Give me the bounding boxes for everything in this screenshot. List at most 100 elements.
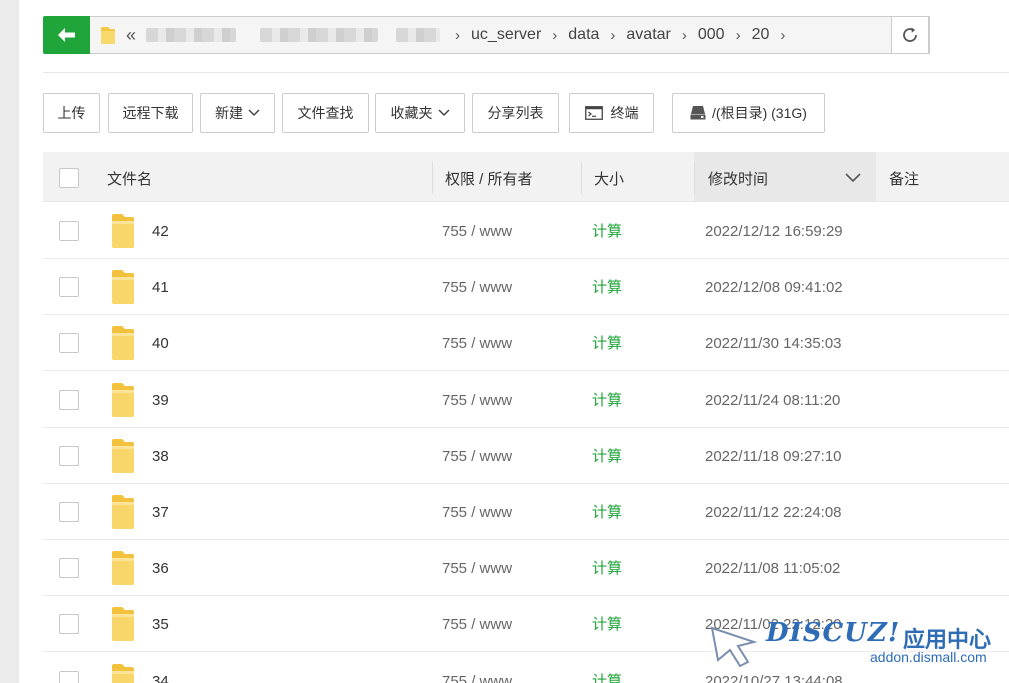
file-perm[interactable]: 755 / www: [442, 372, 512, 430]
row-checkbox[interactable]: [59, 446, 79, 466]
chevron-right-icon: ›: [780, 26, 786, 44]
remote-download-button[interactable]: 远程下载: [108, 93, 193, 133]
file-size-calc-link[interactable]: 计算: [592, 428, 622, 486]
file-size-calc-link[interactable]: 计算: [592, 540, 622, 598]
file-perm[interactable]: 755 / www: [442, 484, 512, 542]
arrow-left-icon: [57, 28, 75, 42]
file-perm[interactable]: 755 / www: [442, 428, 512, 486]
file-name[interactable]: 34: [152, 653, 169, 683]
file-size-calc-link[interactable]: 计算: [592, 259, 622, 317]
favorites-dropdown-button[interactable]: 收藏夹: [375, 93, 465, 133]
folder-icon: [112, 664, 134, 683]
table-row[interactable]: 41 755 / www 计算 2022/12/08 09:41:02: [43, 259, 1009, 315]
table-row[interactable]: 37 755 / www 计算 2022/11/12 22:24:08: [43, 484, 1009, 540]
row-checkbox[interactable]: [59, 558, 79, 578]
new-dropdown-button[interactable]: 新建: [200, 93, 275, 133]
header-perm[interactable]: 权限 / 所有者: [445, 152, 533, 202]
file-size-calc-link[interactable]: 计算: [592, 203, 622, 261]
file-mtime: 2022/11/12 22:24:08: [705, 504, 842, 521]
terminal-button[interactable]: 终端: [569, 93, 654, 133]
file-table-header: 文件名 权限 / 所有者 大小 修改时间 备注: [43, 152, 1009, 202]
table-row[interactable]: 38 755 / www 计算 2022/11/18 09:27:10: [43, 428, 1009, 484]
file-mtime: 2022/12/08 09:41:02: [705, 279, 843, 296]
table-row[interactable]: 42 755 / www 计算 2022/12/12 16:59:29: [43, 203, 1009, 259]
share-list-button[interactable]: 分享列表: [472, 93, 559, 133]
row-checkbox[interactable]: [59, 614, 79, 634]
row-checkbox[interactable]: [59, 671, 79, 683]
file-size-calc-link[interactable]: 计算: [592, 315, 622, 373]
file-name[interactable]: 40: [152, 315, 169, 373]
folder-icon: [112, 439, 134, 473]
file-size-calc-link[interactable]: 计算: [592, 653, 622, 683]
disk-icon: [690, 106, 706, 120]
file-perm[interactable]: 755 / www: [442, 653, 512, 683]
breadcrumb-overflow[interactable]: «: [126, 25, 136, 46]
file-mtime: 2022/11/30 14:35:03: [705, 335, 842, 352]
redacted-path: [146, 28, 237, 42]
folder-icon: [101, 26, 115, 44]
file-perm[interactable]: 755 / www: [442, 259, 512, 317]
file-name[interactable]: 35: [152, 596, 169, 654]
breadcrumb-item[interactable]: data: [568, 26, 599, 44]
file-perm[interactable]: 755 / www: [442, 596, 512, 654]
chevron-right-icon: ›: [552, 26, 558, 44]
chevron-right-icon: ›: [455, 26, 461, 44]
file-size-calc-link[interactable]: 计算: [592, 484, 622, 542]
redacted-path: [396, 28, 441, 42]
file-mtime: 2022/12/12 16:59:29: [705, 223, 843, 240]
disk-button[interactable]: /(根目录) (31G): [672, 93, 825, 133]
file-perm[interactable]: 755 / www: [442, 203, 512, 261]
file-size-calc-link[interactable]: 计算: [592, 596, 622, 654]
file-name[interactable]: 37: [152, 484, 169, 542]
row-checkbox[interactable]: [59, 221, 79, 241]
file-perm[interactable]: 755 / www: [442, 315, 512, 373]
upload-button[interactable]: 上传: [43, 93, 100, 133]
chevron-down-icon: [845, 173, 861, 183]
table-row[interactable]: 36 755 / www 计算 2022/11/08 11:05:02: [43, 540, 1009, 596]
path-breadcrumb[interactable]: « › uc_server › data › avatar › 000 › 20 ›: [90, 16, 930, 54]
folder-icon: [112, 270, 134, 304]
divider: [43, 72, 1009, 73]
file-name[interactable]: 36: [152, 540, 169, 598]
address-bar: « › uc_server › data › avatar › 000 › 20 ›: [43, 16, 930, 54]
disk-label: /(根目录) (31G): [712, 105, 807, 121]
back-button[interactable]: [43, 16, 90, 54]
breadcrumb-item[interactable]: avatar: [626, 26, 670, 44]
row-checkbox[interactable]: [59, 333, 79, 353]
header-size[interactable]: 大小: [594, 152, 624, 202]
file-name[interactable]: 42: [152, 203, 169, 261]
watermark: DISCUZ! 应用中心 addon.dismall.com: [708, 616, 1009, 683]
remote-download-label: 远程下载: [122, 105, 179, 121]
file-search-button[interactable]: 文件查找: [282, 93, 369, 133]
file-name[interactable]: 38: [152, 428, 169, 486]
chevron-right-icon: ›: [610, 26, 616, 44]
folder-icon: [112, 551, 134, 585]
file-mtime: 2022/11/24 08:11:20: [705, 392, 841, 409]
chevron-down-icon: [437, 109, 450, 117]
share-list-label: 分享列表: [487, 105, 544, 121]
header-divider: [694, 162, 695, 194]
row-checkbox[interactable]: [59, 390, 79, 410]
table-row[interactable]: 40 755 / www 计算 2022/11/30 14:35:03: [43, 315, 1009, 371]
header-name[interactable]: 文件名: [107, 152, 152, 202]
redacted-path: [260, 28, 379, 42]
file-perm[interactable]: 755 / www: [442, 540, 512, 598]
breadcrumb-item[interactable]: 000: [698, 26, 725, 44]
row-checkbox[interactable]: [59, 502, 79, 522]
header-mtime[interactable]: 修改时间: [708, 152, 768, 202]
cursor-arrow-icon: [710, 626, 758, 668]
breadcrumb-item[interactable]: 20: [752, 26, 770, 44]
header-remark[interactable]: 备注: [889, 152, 919, 202]
file-name[interactable]: 41: [152, 259, 169, 317]
refresh-button[interactable]: [891, 16, 929, 54]
row-checkbox[interactable]: [59, 277, 79, 297]
file-name[interactable]: 39: [152, 372, 169, 430]
table-row[interactable]: 39 755 / www 计算 2022/11/24 08:11:20: [43, 372, 1009, 428]
folder-icon: [112, 495, 134, 529]
folder-icon: [112, 326, 134, 360]
file-size-calc-link[interactable]: 计算: [592, 372, 622, 430]
breadcrumb-item[interactable]: uc_server: [471, 26, 541, 44]
chevron-right-icon: ›: [735, 26, 741, 44]
left-edge-strip: [0, 0, 19, 683]
select-all-checkbox[interactable]: [59, 168, 79, 188]
